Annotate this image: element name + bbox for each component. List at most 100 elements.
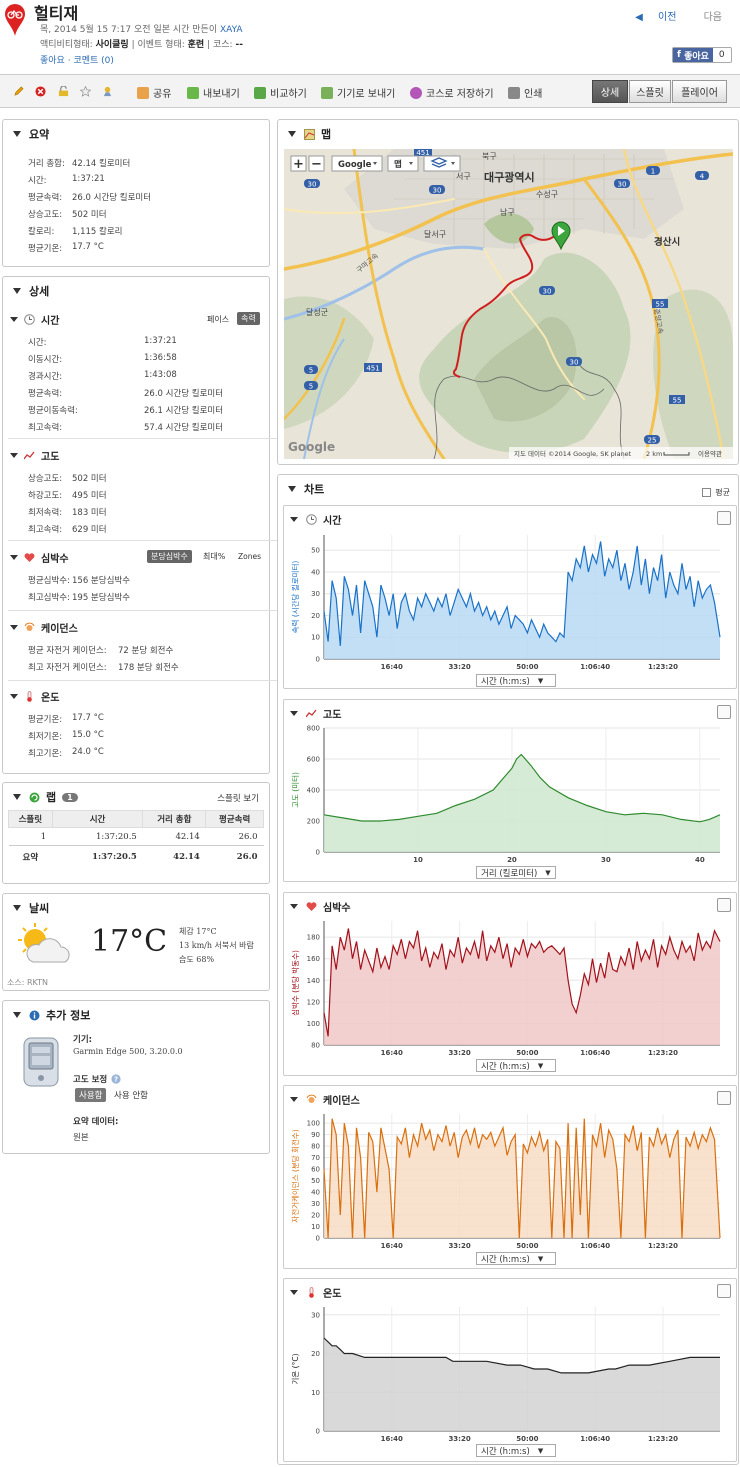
prev-link[interactable]: ◀ 이전 <box>635 12 676 23</box>
expand-icon[interactable] <box>717 1091 731 1105</box>
comment-link[interactable]: 코멘트 (0) <box>73 56 113 66</box>
x-tick-label: 16:40 <box>381 1242 403 1250</box>
temperature-chart[interactable]: 0 10 20 30 16:40 33:20 50:00 1:06:40 1:23:20 기온 (… <box>284 1299 736 1445</box>
lock-icon[interactable] <box>58 86 69 97</box>
stat-label: 최저기온: <box>28 732 63 742</box>
view-splits-tab[interactable]: 스플릿 <box>629 80 671 103</box>
delete-icon[interactable] <box>35 86 46 97</box>
y-tick-label: 80 <box>311 1042 320 1050</box>
col-time[interactable]: 시간 <box>51 810 144 828</box>
y-tick-label: 40 <box>311 568 320 576</box>
view-detail-tab[interactable]: 상세 <box>592 80 628 103</box>
average-toggle[interactable]: 평균 <box>702 487 730 498</box>
y-tick-label: 0 <box>316 849 320 857</box>
badge-icon[interactable] <box>102 86 113 97</box>
time-section-header[interactable]: 시간 <box>10 312 59 327</box>
x-tick-label: 1:06:40 <box>580 1242 610 1250</box>
zones-toggle[interactable]: Zones <box>234 551 265 562</box>
event-type-value[interactable]: 훈련 <box>188 40 205 50</box>
elevation-correction-on[interactable]: 사용함 <box>75 1088 107 1102</box>
speed-x-axis-select[interactable]: 시간 (h:m:s) ▼ <box>476 674 556 687</box>
cadence-chart-header[interactable]: 케이던스 <box>290 1092 360 1107</box>
stat-label: 이동시간: <box>28 355 63 365</box>
elevation-chart-header[interactable]: 고도 <box>290 706 341 721</box>
bpm-toggle[interactable]: 분당심박수 <box>147 550 192 563</box>
heart-chart[interactable]: 80 100 120 140 160 180 16:40 33:20 50:00 1:06:40 1… <box>284 913 736 1059</box>
stat-value: 195 분당심박수 <box>72 593 131 603</box>
view-player-tab[interactable]: 플레이어 <box>672 80 727 103</box>
col-split[interactable]: 스플릿 <box>8 810 53 828</box>
like-link[interactable]: 좋아요 <box>40 56 65 66</box>
cadence-section-header[interactable]: 케이던스 <box>10 620 78 635</box>
expand-icon[interactable] <box>717 898 731 912</box>
map-type-button[interactable] <box>387 155 419 172</box>
speed-toggle[interactable]: 속력 <box>237 312 260 325</box>
activity-type-value[interactable]: 사이클링 <box>96 40 129 50</box>
elevation-chart[interactable]: 0 200 400 600 800 10 20 30 40 고도 (미터) <box>284 720 736 866</box>
cadence-x-axis-select[interactable]: 시간 (h:m:s) ▼ <box>476 1252 556 1265</box>
extra-info-header[interactable]: 추가 정보 <box>13 1007 90 1023</box>
device-name: Garmin Edge 500, 3.20.0.0 <box>73 1047 183 1056</box>
map-title: 맵 <box>321 128 332 141</box>
temperature-section-header[interactable]: 온도 <box>10 689 59 704</box>
view-splits-link[interactable]: 스플릿 보기 <box>217 792 259 804</box>
summary-header[interactable]: 요약 <box>13 126 49 142</box>
weather-header[interactable]: 날씨 <box>13 900 49 916</box>
average-checkbox[interactable] <box>702 488 712 497</box>
activity-title[interactable]: 헐티재 <box>34 0 78 24</box>
pace-toggle[interactable]: 페이스 <box>203 313 233 326</box>
collapse-icon <box>13 1012 21 1018</box>
device-icon <box>321 86 333 99</box>
temperature-chart-header[interactable]: 온도 <box>290 1285 341 1300</box>
elevation-x-axis-select[interactable]: 거리 (킬로미터) ▼ <box>476 866 556 879</box>
elevation-correction-off[interactable]: 사용 안함 <box>114 1089 148 1101</box>
cadence-chart[interactable]: 0 10 20 30 40 50 60 70 80 90 100 16:40 33:20 50:00 1:0… <box>284 1106 736 1252</box>
map-terms-link[interactable]: 이용약관 <box>698 449 722 458</box>
elevation-section-title: 고도 <box>41 452 60 463</box>
course-value: -- <box>235 40 243 50</box>
speed-chart[interactable]: 0 10 20 30 40 50 16:40 33:20 50:00 1:06:40 1:23:20… <box>284 527 736 673</box>
next-link[interactable]: 다음 <box>692 12 722 23</box>
collapse-icon <box>10 453 18 458</box>
stat-label: 최저속력: <box>28 508 63 518</box>
route-map[interactable]: 대구광역시 경산시 북구 서구 남구 수성구 달서구 달성군 구마고속 중앙고속… <box>284 149 733 459</box>
save-course-button[interactable]: 코스로 저장하기 <box>410 85 494 100</box>
table-row[interactable]: 1 1:37:20.5 42.14 26.0 <box>9 828 264 846</box>
print-button[interactable]: 인쇄 <box>508 85 542 100</box>
elevation-section-header[interactable]: 고도 <box>10 448 59 463</box>
max-percent-toggle[interactable]: 최대% <box>199 550 229 563</box>
charts-header[interactable]: 차트 <box>288 481 324 497</box>
col-avg-speed[interactable]: 평균속력 <box>205 810 264 828</box>
heart-section-header[interactable]: 심박수 <box>10 550 69 565</box>
temperature-x-axis-select[interactable]: 시간 (h:m:s) ▼ <box>476 1444 556 1457</box>
speed-chart-header[interactable]: 시간 <box>290 512 341 527</box>
star-icon[interactable] <box>80 86 91 97</box>
help-icon[interactable]: ? <box>111 1074 121 1084</box>
edit-icon[interactable] <box>13 86 24 97</box>
author-link[interactable]: XAYA <box>220 25 243 35</box>
details-header[interactable]: 상세 <box>13 283 49 299</box>
export-button[interactable]: 내보내기 <box>187 85 240 100</box>
road-number: 25 <box>648 437 657 445</box>
collapse-icon <box>288 486 296 492</box>
facebook-like-button[interactable]: f 좋아요 0 <box>672 47 732 63</box>
expand-icon[interactable] <box>717 705 731 719</box>
heart-x-axis-select[interactable]: 시간 (h:m:s) ▼ <box>476 1059 556 1072</box>
col-distance[interactable]: 거리 총합 <box>142 810 207 828</box>
expand-icon[interactable] <box>717 511 731 525</box>
activity-header: 헐티재 목, 2014 5월 15 7:17 오전 일본 시간 만든이 XAYA… <box>0 0 740 70</box>
map-district-label: 수성구 <box>536 190 558 199</box>
heart-chart-title: 심박수 <box>323 903 351 914</box>
share-button[interactable]: 공유 <box>137 85 171 100</box>
laps-header[interactable]: 랩 1 <box>13 789 78 805</box>
series-area <box>324 1338 720 1431</box>
compare-button[interactable]: 비교하기 <box>254 85 307 100</box>
send-to-device-button[interactable]: 기기로 보내기 <box>321 85 395 100</box>
map-header[interactable]: 맵 <box>288 126 331 142</box>
stat-value: 26.1 시간당 킬로미터 <box>144 406 224 416</box>
heart-section-title: 심박수 <box>41 554 69 565</box>
layers-button[interactable] <box>423 155 461 172</box>
expand-icon[interactable] <box>717 1284 731 1298</box>
heart-chart-header[interactable]: 심박수 <box>290 899 351 914</box>
select-value: 거리 (킬로미터) <box>481 868 538 879</box>
